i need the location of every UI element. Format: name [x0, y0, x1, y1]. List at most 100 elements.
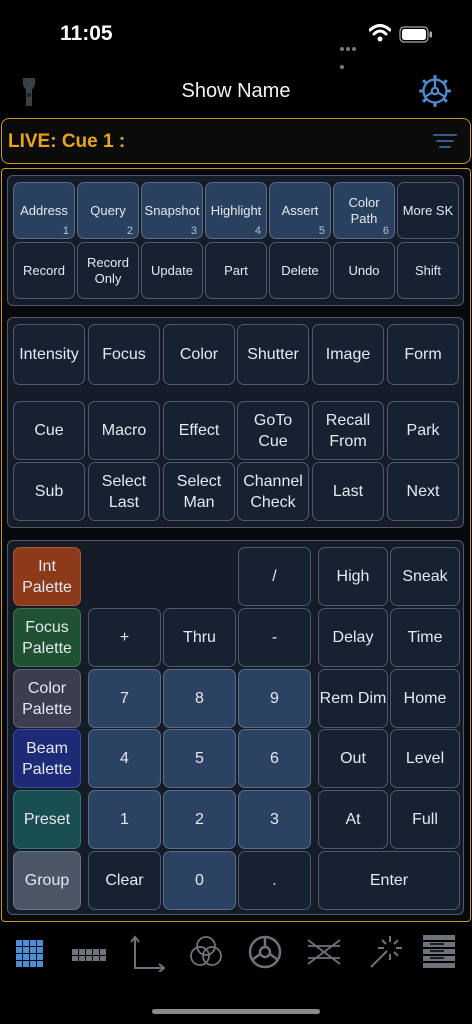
query-softkey-label: Query: [90, 202, 126, 218]
crossfade-icon[interactable]: [305, 932, 343, 972]
image-button[interactable]: Image: [312, 324, 384, 385]
keypad-icon[interactable]: [10, 932, 48, 972]
minus-key[interactable]: -: [238, 608, 311, 667]
settings-gear-icon[interactable]: [418, 74, 452, 108]
time-label: Time: [407, 629, 443, 646]
query-softkey[interactable]: Query 2: [77, 182, 139, 239]
plus-key[interactable]: +: [88, 608, 161, 667]
digit-5-key[interactable]: 5: [163, 729, 236, 788]
preset-button[interactable]: Preset: [13, 790, 81, 849]
enter-button[interactable]: Enter: [318, 851, 460, 910]
faders-icon[interactable]: [69, 932, 107, 972]
focus-button[interactable]: Focus: [88, 324, 160, 385]
list-menu-icon[interactable]: [433, 133, 457, 149]
level-label: Level: [405, 750, 445, 767]
level-button[interactable]: Level: [390, 729, 460, 788]
rem-dim-button[interactable]: Rem Dim: [318, 669, 388, 728]
wifi-icon: [369, 24, 391, 42]
form-button[interactable]: Form: [387, 324, 459, 385]
record-button[interactable]: Record: [13, 242, 75, 299]
clear-key[interactable]: Clear: [88, 851, 161, 910]
digit-3-key[interactable]: 3: [238, 790, 311, 849]
part-button[interactable]: Part: [205, 242, 267, 299]
select-man-button[interactable]: Select Man: [163, 462, 235, 521]
digit-1-label: 1: [120, 811, 129, 828]
digit-3-label: 3: [270, 811, 279, 828]
dot-key[interactable]: .: [238, 851, 311, 910]
record-only-button[interactable]: Record Only: [77, 242, 139, 299]
select-last-button[interactable]: Select Last: [88, 462, 160, 521]
update-button[interactable]: Update: [141, 242, 203, 299]
slash-key[interactable]: /: [238, 547, 311, 606]
softkey-number: 3: [190, 225, 197, 237]
digit-9-label: 9: [270, 690, 279, 707]
shift-button[interactable]: Shift: [397, 242, 459, 299]
beam-palette-button[interactable]: Beam Palette: [13, 729, 81, 788]
xy-axes-icon[interactable]: [129, 932, 167, 972]
bottom-tab-bar: [0, 926, 472, 986]
color-label: Color: [179, 346, 219, 363]
effect-button[interactable]: Effect: [163, 401, 235, 460]
channel-check-button[interactable]: Channel Check: [237, 462, 309, 521]
sub-button[interactable]: Sub: [13, 462, 85, 521]
part-label: Part: [224, 262, 248, 278]
home-button[interactable]: Home: [390, 669, 460, 728]
digit-7-key[interactable]: 7: [88, 669, 161, 728]
full-button[interactable]: Full: [390, 790, 460, 849]
color-path-softkey[interactable]: Color Path 6: [333, 182, 395, 239]
digit-8-key[interactable]: 8: [163, 669, 236, 728]
magic-sheet-icon[interactable]: [364, 932, 402, 972]
group-label: Group: [24, 872, 70, 889]
high-label: High: [336, 568, 370, 585]
digit-8-label: 8: [195, 690, 204, 707]
more-softkeys-button[interactable]: More SK: [397, 182, 459, 239]
enter-label: Enter: [369, 872, 409, 889]
high-button[interactable]: High: [318, 547, 388, 606]
digit-0-key[interactable]: 0: [163, 851, 236, 910]
delay-button[interactable]: Delay: [318, 608, 388, 667]
group-button[interactable]: Group: [13, 851, 81, 910]
delete-button[interactable]: Delete: [269, 242, 331, 299]
last-label: Last: [332, 483, 364, 500]
park-button[interactable]: Park: [387, 401, 459, 460]
thru-key[interactable]: Thru: [163, 608, 236, 667]
goto-cue-button[interactable]: GoTo Cue: [237, 401, 309, 460]
live-cue-bar[interactable]: LIVE: Cue 1 :: [1, 118, 471, 164]
address-softkey-label: Address: [20, 202, 68, 218]
undo-button[interactable]: Undo: [333, 242, 395, 299]
cellular-signal-icon: [340, 38, 362, 69]
delay-label: Delay: [332, 629, 374, 646]
digit-1-key[interactable]: 1: [88, 790, 161, 849]
rem-dim-label: Rem Dim: [319, 690, 387, 707]
time-button[interactable]: Time: [390, 608, 460, 667]
intensity-button[interactable]: Intensity: [13, 324, 85, 385]
next-button[interactable]: Next: [387, 462, 459, 521]
snapshot-softkey[interactable]: Snapshot 3: [141, 182, 203, 239]
shutter-button[interactable]: Shutter: [237, 324, 309, 385]
sneak-button[interactable]: Sneak: [390, 547, 460, 606]
focus-palette-button[interactable]: Focus Palette: [13, 608, 81, 667]
color-palette-button[interactable]: Color Palette: [13, 669, 81, 728]
assert-softkey[interactable]: Assert 5: [269, 182, 331, 239]
color-button[interactable]: Color: [163, 324, 235, 385]
digit-4-key[interactable]: 4: [88, 729, 161, 788]
int-palette-button[interactable]: Int Palette: [13, 547, 81, 606]
out-button[interactable]: Out: [318, 729, 388, 788]
color-mix-icon[interactable]: [187, 932, 225, 972]
form-label: Form: [404, 346, 442, 363]
playback-list-icon[interactable]: [420, 932, 458, 972]
last-button[interactable]: Last: [312, 462, 384, 521]
cue-button[interactable]: Cue: [13, 401, 85, 460]
at-button[interactable]: At: [318, 790, 388, 849]
recall-from-button[interactable]: Recall From: [312, 401, 384, 460]
wheel-icon[interactable]: [246, 932, 284, 972]
digit-6-key[interactable]: 6: [238, 729, 311, 788]
macro-button[interactable]: Macro: [88, 401, 160, 460]
digit-9-key[interactable]: 9: [238, 669, 311, 728]
address-softkey[interactable]: Address 1: [13, 182, 75, 239]
app-header: Show Name: [0, 70, 472, 114]
color-palette-label: Color Palette: [22, 679, 72, 718]
digit-2-key[interactable]: 2: [163, 790, 236, 849]
select-man-label: Select Man: [176, 472, 222, 511]
highlight-softkey[interactable]: Highlight 4: [205, 182, 267, 239]
